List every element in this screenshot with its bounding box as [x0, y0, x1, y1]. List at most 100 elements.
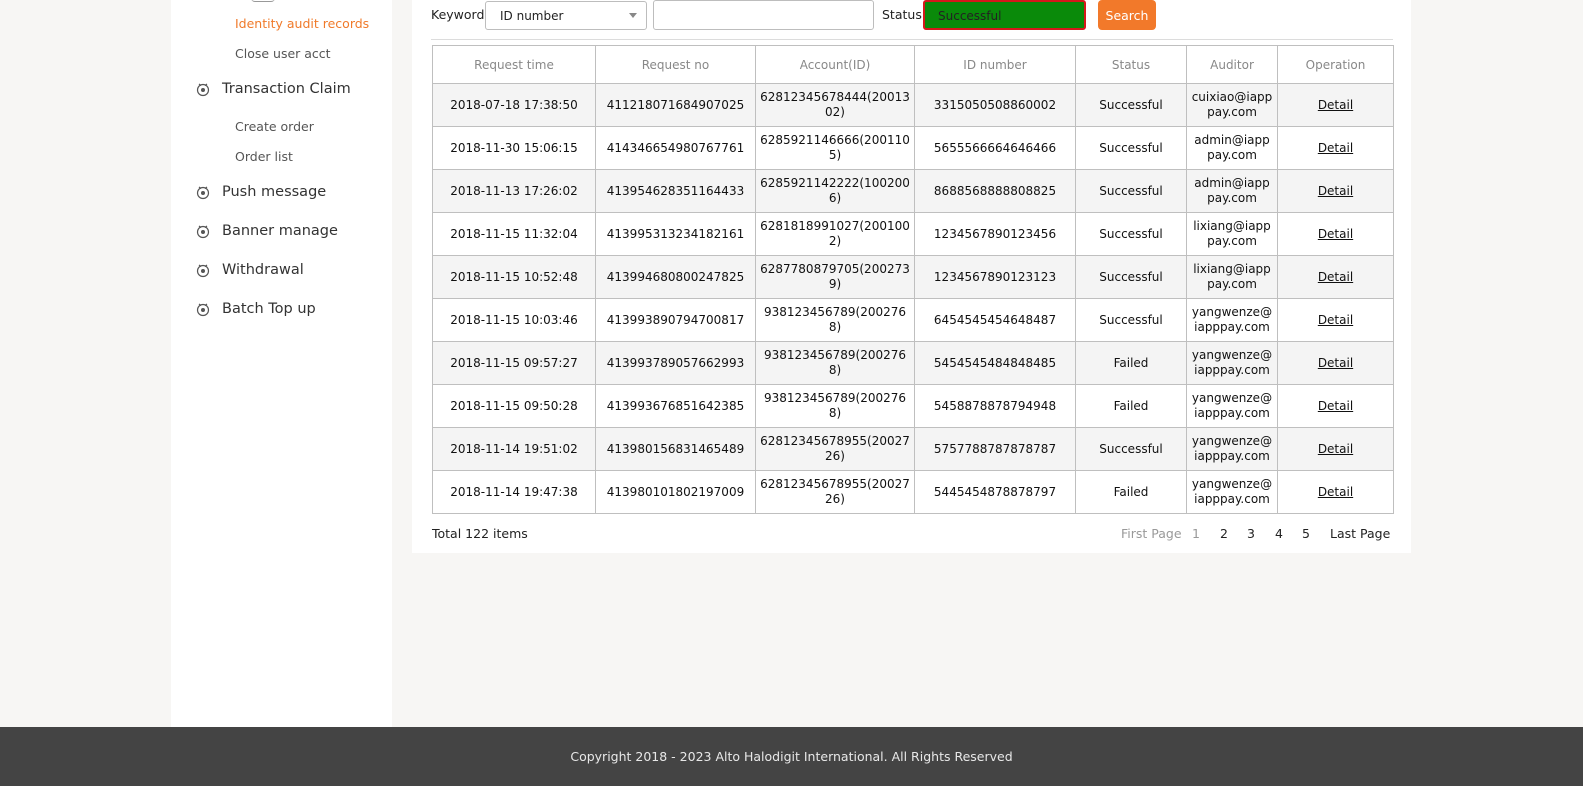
status-cell: Successful [1075, 126, 1187, 170]
gear-icon [193, 184, 213, 200]
status-select-value: Successful [938, 9, 1002, 23]
id-number-cell: 5458878878794948 [914, 384, 1076, 428]
status-cell: Successful [1075, 212, 1187, 256]
page-link-3[interactable]: 3 [1247, 526, 1255, 541]
sidebar-group-batch-top-up[interactable]: Batch Top up [193, 301, 316, 317]
request-no-cell: 413994680800247825 [595, 255, 756, 299]
account-id-cell: 6285921146666(2001105) [755, 126, 915, 170]
request-time-cell: 2018-11-14 19:47:38 [432, 470, 596, 514]
account-id-cell: 6285921142222(1002006) [755, 169, 915, 213]
status-select[interactable]: Successful [923, 0, 1086, 30]
detail-link[interactable]: Detail [1318, 313, 1353, 327]
records-table: Request time Request no Account(ID) ID n… [432, 45, 1394, 514]
request-time-cell: 2018-07-18 17:38:50 [432, 83, 596, 127]
detail-link[interactable]: Detail [1318, 270, 1353, 284]
search-button[interactable]: Search [1098, 0, 1156, 30]
operation-cell: Detail [1277, 298, 1394, 342]
last-page-link[interactable]: Last Page [1330, 526, 1390, 541]
column-header-id-number: ID number [914, 45, 1076, 84]
detail-link[interactable]: Detail [1318, 227, 1353, 241]
sidebar-group-push-message[interactable]: Push message [193, 184, 326, 200]
page-link-5[interactable]: 5 [1302, 526, 1310, 541]
sidebar-group-label: Withdrawal [222, 262, 304, 278]
request-time-cell: 2018-11-15 09:50:28 [432, 384, 596, 428]
id-number-cell: 6454545454648487 [914, 298, 1076, 342]
status-cell: Successful [1075, 83, 1187, 127]
sidebar-group-transaction-claim[interactable]: Transaction Claim [193, 81, 351, 97]
auditor-cell: yangwenze@iapppay.com [1186, 427, 1278, 471]
request-time-cell: 2018-11-15 10:52:48 [432, 255, 596, 299]
detail-link[interactable]: Detail [1318, 184, 1353, 198]
operation-cell: Detail [1277, 169, 1394, 213]
auditor-cell: yangwenze@iapppay.com [1186, 470, 1278, 514]
keyword-type-value: ID number [500, 9, 564, 23]
first-page-link[interactable]: First Page [1121, 526, 1182, 541]
id-number-cell: 5445454878878797 [914, 470, 1076, 514]
sidebar-group-label: Batch Top up [222, 301, 316, 317]
sidebar-group-banner-manage[interactable]: Banner manage [193, 223, 338, 239]
request-no-cell: 413993789057662993 [595, 341, 756, 385]
sidebar-item-create-order[interactable]: Create order [235, 119, 314, 134]
status-cell: Successful [1075, 169, 1187, 213]
request-time-cell: 2018-11-13 17:26:02 [432, 169, 596, 213]
operation-cell: Detail [1277, 470, 1394, 514]
request-no-cell: 413995313234182161 [595, 212, 756, 256]
account-id-cell: 62812345678955(2002726) [755, 427, 915, 471]
table-row: 2018-07-18 17:38:50 411218071684907025 628… [432, 83, 1394, 127]
gear-icon [193, 223, 213, 239]
page-link-4[interactable]: 4 [1275, 526, 1283, 541]
id-number-cell: 5655566664646466 [914, 126, 1076, 170]
account-id-cell: 938123456789(2002768) [755, 298, 915, 342]
keyword-input[interactable] [653, 0, 874, 30]
status-cell: Failed [1075, 341, 1187, 385]
detail-link[interactable]: Detail [1318, 98, 1353, 112]
status-cell: Successful [1075, 427, 1187, 471]
sidebar-group-withdrawal[interactable]: Withdrawal [193, 262, 304, 278]
detail-link[interactable]: Detail [1318, 485, 1353, 499]
sidebar: Identity audit records Close user acct T… [171, 0, 392, 727]
operation-cell: Detail [1277, 427, 1394, 471]
account-id-cell: 62812345678955(2002726) [755, 470, 915, 514]
table-row: 2018-11-15 10:03:46 413993890794700817 938… [432, 298, 1394, 342]
keyword-label: Keyword [431, 7, 485, 22]
request-time-cell: 2018-11-15 11:32:04 [432, 212, 596, 256]
table-header-row: Request time Request no Account(ID) ID n… [432, 45, 1394, 84]
column-header-request-no: Request no [595, 45, 756, 84]
column-header-status: Status [1075, 45, 1187, 84]
status-cell: Successful [1075, 298, 1187, 342]
account-id-cell: 938123456789(2002768) [755, 384, 915, 428]
main-panel: Keyword ID number Status Successful Sear… [412, 0, 1411, 553]
total-items: Total 122 items [432, 526, 528, 541]
column-header-auditor: Auditor [1186, 45, 1278, 84]
table-row: 2018-11-14 19:51:02 413980156831465489 628… [432, 427, 1394, 471]
request-no-cell: 413980101802197009 [595, 470, 756, 514]
detail-link[interactable]: Detail [1318, 399, 1353, 413]
request-no-cell: 414346654980767761 [595, 126, 756, 170]
auditor-cell: lixiang@iapppay.com [1186, 212, 1278, 256]
column-header-request-time: Request time [432, 45, 596, 84]
detail-link[interactable]: Detail [1318, 141, 1353, 155]
sidebar-item-identity-audit-records[interactable]: Identity audit records [235, 16, 369, 31]
page-link-1[interactable]: 1 [1192, 526, 1200, 541]
sidebar-item-close-user-acct[interactable]: Close user acct [235, 46, 331, 61]
request-no-cell: 411218071684907025 [595, 83, 756, 127]
keyword-type-select[interactable]: ID number [485, 1, 647, 30]
table-row: 2018-11-13 17:26:02 413954628351164433 628… [432, 169, 1394, 213]
auditor-cell: yangwenze@iapppay.com [1186, 341, 1278, 385]
detail-link[interactable]: Detail [1318, 442, 1353, 456]
request-time-cell: 2018-11-30 15:06:15 [432, 126, 596, 170]
status-cell: Failed [1075, 384, 1187, 428]
auditor-cell: admin@iapppay.com [1186, 126, 1278, 170]
chevron-down-icon [629, 13, 637, 18]
request-no-cell: 413954628351164433 [595, 169, 756, 213]
id-number-cell: 5454545484848485 [914, 341, 1076, 385]
auditor-cell: yangwenze@iapppay.com [1186, 384, 1278, 428]
sidebar-cut-off-item [251, 0, 275, 2]
operation-cell: Detail [1277, 255, 1394, 299]
page-link-2[interactable]: 2 [1220, 526, 1228, 541]
table-row: 2018-11-30 15:06:15 414346654980767761 628… [432, 126, 1394, 170]
table-row: 2018-11-14 19:47:38 413980101802197009 628… [432, 470, 1394, 514]
detail-link[interactable]: Detail [1318, 356, 1353, 370]
sidebar-item-order-list[interactable]: Order list [235, 149, 293, 164]
id-number-cell: 1234567890123456 [914, 212, 1076, 256]
